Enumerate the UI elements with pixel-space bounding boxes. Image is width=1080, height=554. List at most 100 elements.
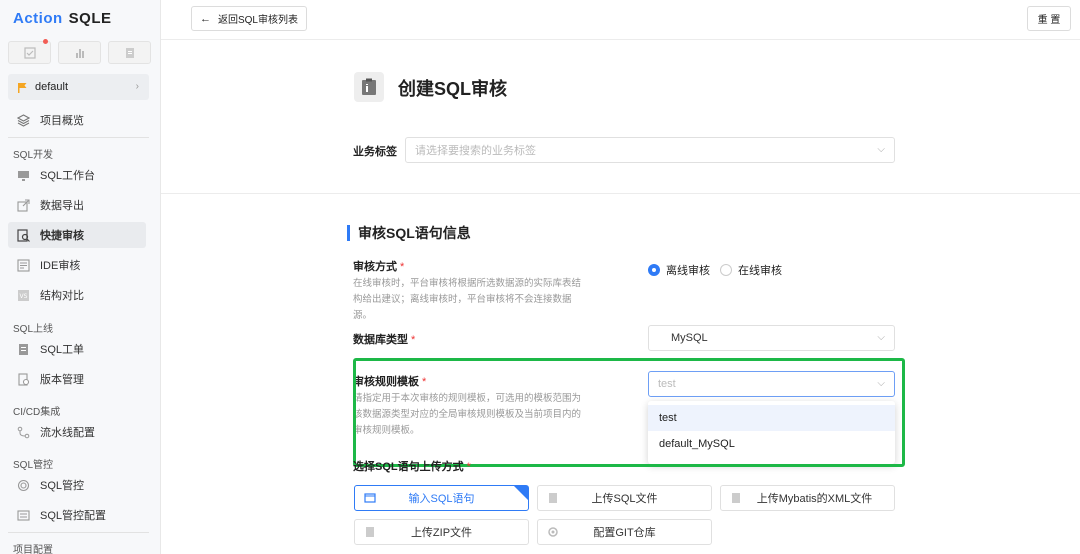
- audit-mode-label-text: 审核方式: [353, 261, 397, 273]
- sidebar-item-structure[interactable]: VS 结构对比: [8, 282, 146, 308]
- upload-option-mybatis-xml[interactable]: 上传Mybatis的XML文件: [720, 485, 895, 511]
- section-label-manage: SQL管控: [13, 460, 54, 471]
- radio-label: 在线审核: [738, 265, 782, 277]
- logo[interactable]: Action SQLE: [13, 10, 112, 27]
- pipeline-icon: [16, 425, 30, 439]
- sidebar-item-ticket[interactable]: SQL工单: [8, 336, 146, 362]
- sidebar-item-label: 快捷审核: [40, 230, 84, 242]
- radio-checked-icon: [648, 264, 660, 276]
- sidebar-item-label: SQL工单: [40, 344, 85, 356]
- logo-sqle: SQLE: [68, 10, 112, 27]
- upload-option-label: 上传SQL文件: [591, 493, 658, 505]
- sidebar-item-label: 项目概览: [40, 115, 84, 127]
- sidebar-item-export[interactable]: 数据导出: [8, 192, 146, 218]
- zip-icon: [366, 527, 374, 537]
- sidebar-item-version[interactable]: 版本管理: [8, 366, 146, 392]
- search-doc-icon: [16, 228, 30, 242]
- sidebar-item-quick-audit[interactable]: 快捷审核: [8, 222, 146, 248]
- sidebar-item-workbench[interactable]: SQL工作台: [8, 162, 146, 188]
- editor-icon: [364, 493, 376, 503]
- required-mark: *: [400, 261, 405, 273]
- clipboard-icon: [354, 72, 384, 102]
- logo-action: Action: [13, 10, 63, 27]
- layers-icon: [16, 113, 30, 127]
- version-icon: [16, 372, 30, 386]
- highlight-box: [353, 358, 905, 467]
- db-type-select[interactable]: MySQL ⌵: [648, 325, 895, 351]
- back-to-list-button[interactable]: ← 返回SQL审核列表: [191, 6, 307, 31]
- chevron-down-icon: ⌵: [877, 332, 885, 343]
- section-label-config: 项目配置: [13, 545, 53, 554]
- todo-icon-button[interactable]: [8, 39, 51, 64]
- gear-icon: [548, 527, 558, 537]
- divider: [8, 137, 149, 138]
- config-icon: [16, 508, 30, 522]
- upload-option-label: 上传ZIP文件: [410, 527, 473, 539]
- upload-option-sql-file[interactable]: 上传SQL文件: [537, 485, 712, 511]
- sidebar-item-ide-audit[interactable]: IDE审核: [8, 252, 146, 278]
- target-icon: [16, 478, 30, 492]
- project-name: default: [35, 81, 69, 93]
- ide-icon: [16, 258, 30, 272]
- required-mark: *: [466, 461, 471, 473]
- divider: [8, 532, 149, 533]
- chevron-right-icon: ›: [135, 81, 139, 92]
- doc-icon-button[interactable]: [108, 41, 151, 64]
- sidebar-top-icons: [8, 39, 151, 64]
- business-tag-placeholder: 请选择要搜索的业务标签: [415, 145, 536, 157]
- radio-online-audit[interactable]: 在线审核: [720, 262, 782, 278]
- business-tag-select[interactable]: 请选择要搜索的业务标签 ⌵: [405, 137, 895, 163]
- upload-option-zip[interactable]: 上传ZIP文件: [354, 519, 529, 545]
- sidebar-item-label: SQL工作台: [40, 170, 96, 182]
- compare-icon: VS: [16, 288, 30, 302]
- main-content: 创建SQL审核 业务标签 请选择要搜索的业务标签 ⌵ 审核SQL语句信息 审核方…: [161, 41, 1080, 554]
- radio-unchecked-icon: [720, 264, 732, 276]
- section-title: 审核SQL语句信息: [347, 225, 471, 241]
- sidebar-item-overview[interactable]: 项目概览: [8, 107, 146, 133]
- sidebar-item-label: 流水线配置: [40, 427, 95, 439]
- reset-button[interactable]: 重 置: [1027, 6, 1071, 31]
- back-button-label: 返回SQL审核列表: [217, 15, 298, 26]
- sidebar-item-label: SQL管控配置: [40, 510, 107, 522]
- db-type-label: 数据库类型 *: [353, 331, 415, 347]
- sidebar-item-pipeline[interactable]: 流水线配置: [8, 419, 146, 445]
- sidebar: Action SQLE default › 项目概览 SQL开发 SQL工作台 数…: [0, 0, 161, 554]
- sidebar-item-label: 结构对比: [40, 290, 84, 302]
- sidebar-item-sql-manage[interactable]: SQL管控: [8, 472, 146, 498]
- file-icon: [549, 493, 557, 503]
- selected-corner-icon: [514, 486, 528, 500]
- upload-option-input-sql[interactable]: 输入SQL语句: [354, 485, 529, 511]
- db-type-value: MySQL: [671, 332, 708, 344]
- header-band: [161, 41, 1080, 194]
- checkbox-icon: [23, 46, 36, 59]
- monitor-icon: [16, 168, 30, 182]
- business-tag-label: 业务标签: [353, 146, 397, 158]
- required-mark: *: [411, 334, 416, 346]
- document-icon: [125, 47, 134, 58]
- report-icon-button[interactable]: [58, 41, 101, 64]
- section-label-cicd: CI/CD集成: [13, 407, 61, 418]
- upload-option-label: 输入SQL语句: [408, 493, 475, 505]
- flag-icon: [18, 82, 27, 93]
- svg-text:VS: VS: [19, 293, 27, 300]
- radio-offline-audit[interactable]: 离线审核: [648, 262, 710, 278]
- project-selector[interactable]: default ›: [8, 74, 149, 100]
- upload-option-label: 配置GIT仓库: [593, 527, 656, 539]
- audit-mode-help: 在线审核时，平台审核将根据所选数据源的实际库表结构给出建议；离线审核时，平台审核…: [353, 278, 582, 321]
- sidebar-item-sql-manage-config[interactable]: SQL管控配置: [8, 502, 146, 528]
- section-label-online: SQL上线: [13, 324, 54, 335]
- ticket-icon: [16, 342, 30, 356]
- upload-option-git[interactable]: 配置GIT仓库: [537, 519, 712, 545]
- topbar: ← 返回SQL审核列表 重 置: [161, 0, 1080, 40]
- sidebar-item-label: 数据导出: [40, 200, 84, 212]
- radio-label: 离线审核: [666, 265, 710, 277]
- db-type-label-text: 数据库类型: [353, 334, 408, 346]
- upload-method-label-text: 选择SQL语句上传方式: [353, 461, 464, 473]
- audit-mode-label: 审核方式 *: [353, 258, 404, 274]
- bar-chart-icon: [75, 48, 84, 58]
- sidebar-item-label: 版本管理: [40, 374, 84, 386]
- sidebar-item-label: IDE审核: [40, 260, 81, 272]
- sidebar-item-label: SQL管控: [40, 480, 85, 492]
- upload-option-label: 上传Mybatis的XML文件: [756, 493, 873, 505]
- file-icon: [732, 493, 740, 503]
